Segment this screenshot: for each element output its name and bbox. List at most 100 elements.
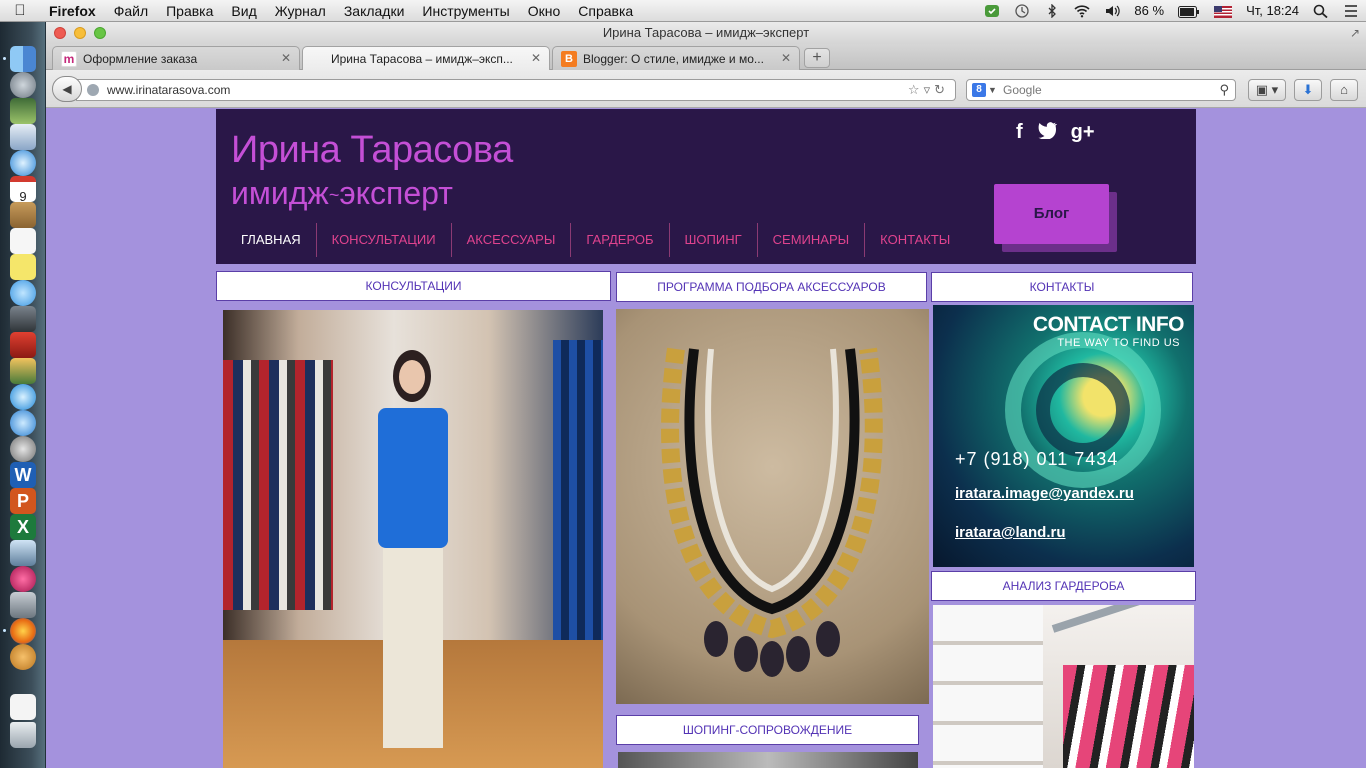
shopping-block-title[interactable]: ШОПИНГ-СОПРОВОЖДЕНИЕ <box>616 715 919 745</box>
contact-info-card[interactable]: CONTACT INFO THE WAY TO FIND US +7 (918)… <box>933 305 1194 567</box>
messages-icon[interactable] <box>10 280 36 306</box>
bluetooth-icon[interactable] <box>1037 3 1067 19</box>
contact-email-land[interactable]: iratara@land.ru <box>955 524 1066 541</box>
safari-icon[interactable] <box>10 150 36 176</box>
home-button[interactable]: ⌂ <box>1330 79 1358 101</box>
tab-irina-tarasova[interactable]: Ирина Тарасова – имидж–эксп... ✕ <box>302 46 550 70</box>
back-button[interactable]: ◀ <box>52 76 82 102</box>
contact-info-subheading: THE WAY TO FIND US <box>1057 337 1180 349</box>
wardrobe-photo[interactable] <box>933 605 1194 768</box>
photo-booth-icon[interactable] <box>10 332 36 358</box>
menu-history[interactable]: Журнал <box>266 3 335 19</box>
menu-view[interactable]: Вид <box>222 3 265 19</box>
menu-tools[interactable]: Инструменты <box>413 3 518 19</box>
macos-menubar:  Firefox Файл Правка Вид Журнал Закладк… <box>0 0 1366 22</box>
bookmark-star-icon[interactable]: ☆ <box>908 82 924 97</box>
menu-file[interactable]: Файл <box>105 3 157 19</box>
google-plus-icon[interactable]: g+ <box>1071 121 1095 145</box>
contact-phone[interactable]: +7 (918) 011 7434 <box>955 449 1118 470</box>
menu-app-name[interactable]: Firefox <box>40 3 105 19</box>
close-tab-icon[interactable]: ✕ <box>781 51 791 65</box>
menu-edit[interactable]: Правка <box>157 3 222 19</box>
blog-button[interactable]: Блог <box>994 184 1109 244</box>
wardrobe-analysis-block-title[interactable]: АНАЛИЗ ГАРДЕРОБА <box>931 571 1196 601</box>
volume-icon[interactable] <box>1097 3 1127 19</box>
mission-control-icon[interactable] <box>10 98 36 124</box>
tab-checkout[interactable]: m Оформление заказа ✕ <box>52 46 300 70</box>
close-tab-icon[interactable]: ✕ <box>531 51 541 65</box>
excel-icon[interactable]: X <box>10 514 36 540</box>
apple-menu-icon[interactable]:  <box>0 2 40 19</box>
consultations-block-title[interactable]: КОНСУЛЬТАЦИИ <box>216 271 611 301</box>
navigation-toolbar: www.irinatarasova.com ☆▿↻ ◀ 8 ▼ Google ⚲… <box>46 70 1366 108</box>
calendar-icon[interactable]: 9 <box>10 176 36 204</box>
new-tab-button[interactable]: + <box>804 48 830 68</box>
engine-dropdown-icon[interactable]: ▼ <box>988 80 997 100</box>
site-m-favicon-icon: m <box>61 51 77 67</box>
image-viewer-icon[interactable] <box>10 540 36 566</box>
tab-blogger[interactable]: B Blogger: О стиле, имидже и мо... ✕ <box>552 46 800 70</box>
itunes-icon[interactable] <box>10 384 36 410</box>
facebook-icon[interactable]: f <box>1016 121 1023 145</box>
nav-contacts[interactable]: КОНТАКТЫ <box>865 223 965 257</box>
app-store-icon[interactable] <box>10 410 36 436</box>
consultation-photo[interactable] <box>223 310 603 768</box>
search-bar[interactable]: 8 ▼ Google ⚲ <box>966 79 1236 101</box>
iphoto-icon[interactable] <box>10 358 36 384</box>
nav-wardrobe[interactable]: ГАРДЕРОБ <box>571 223 670 257</box>
address-bar[interactable]: www.irinatarasova.com ☆▿↻ <box>76 79 956 101</box>
url-text[interactable]: www.irinatarasova.com <box>107 83 230 97</box>
reload-icon[interactable]: ↻ <box>934 82 949 97</box>
finder-icon[interactable] <box>10 46 36 72</box>
facetime-icon[interactable] <box>10 306 36 332</box>
nav-accessories[interactable]: АКСЕССУАРЫ <box>452 223 572 257</box>
shopping-photo[interactable] <box>618 752 918 768</box>
contacts-block-title[interactable]: КОНТАКТЫ <box>931 272 1193 302</box>
sync-icon[interactable] <box>977 3 1007 19</box>
zoom-window-button[interactable] <box>94 27 106 39</box>
nav-shopping[interactable]: ШОПИНГ <box>670 223 758 257</box>
google-engine-icon[interactable]: 8 <box>972 83 986 97</box>
history-dropdown-icon[interactable]: ▿ <box>924 82 935 97</box>
powerpoint-icon[interactable]: P <box>10 488 36 514</box>
nav-seminars[interactable]: СЕМИНАРЫ <box>758 223 866 257</box>
wifi-icon[interactable] <box>1067 3 1097 19</box>
twitter-icon[interactable] <box>1037 121 1057 145</box>
site-owner-name[interactable]: Ирина Тарасова <box>231 129 513 172</box>
accessories-block-title[interactable]: ПРОГРАММА ПОДБОРА АКСЕССУАРОВ <box>616 272 927 302</box>
text-edit-icon[interactable] <box>10 228 36 254</box>
nav-home[interactable]: ГЛАВНАЯ <box>226 223 317 257</box>
us-flag-icon[interactable] <box>1207 3 1239 18</box>
firefox-icon[interactable] <box>10 618 36 644</box>
system-preferences-icon[interactable] <box>10 436 36 462</box>
accessories-necklace-photo[interactable] <box>616 309 929 704</box>
utilities-icon[interactable] <box>10 592 36 618</box>
document-icon[interactable] <box>10 694 36 720</box>
word-icon[interactable]: W <box>10 462 36 488</box>
bookmarks-menu-button[interactable]: ▣ ▾ <box>1248 79 1286 101</box>
notification-center-icon[interactable] <box>1336 3 1366 19</box>
menu-bookmarks[interactable]: Закладки <box>335 3 414 19</box>
contact-email-yandex[interactable]: iratara.image@yandex.ru <box>955 485 1134 502</box>
wallet-app-icon[interactable] <box>10 644 36 670</box>
contacts-icon[interactable] <box>10 202 36 228</box>
art-app-icon[interactable] <box>10 566 36 592</box>
preview-icon[interactable] <box>10 124 36 150</box>
clock[interactable]: Чт, 18:24 <box>1239 3 1306 18</box>
spotlight-icon[interactable] <box>1306 3 1336 19</box>
search-icon[interactable]: ⚲ <box>1219 80 1229 100</box>
launchpad-icon[interactable] <box>10 72 36 98</box>
menu-help[interactable]: Справка <box>569 3 642 19</box>
fullscreen-icon[interactable]: ↗ <box>1350 22 1360 44</box>
close-tab-icon[interactable]: ✕ <box>281 51 291 65</box>
time-machine-icon[interactable] <box>1007 3 1037 19</box>
minimize-window-button[interactable] <box>74 27 86 39</box>
close-window-button[interactable] <box>54 27 66 39</box>
stickies-icon[interactable] <box>10 254 36 280</box>
downloads-button[interactable]: ⬇ <box>1294 79 1322 101</box>
nav-consultations[interactable]: КОНСУЛЬТАЦИИ <box>317 223 452 257</box>
trash-icon[interactable] <box>10 722 36 748</box>
battery-icon[interactable] <box>1171 3 1207 18</box>
menu-window[interactable]: Окно <box>519 3 570 19</box>
battery-percent[interactable]: 86 % <box>1127 3 1171 18</box>
